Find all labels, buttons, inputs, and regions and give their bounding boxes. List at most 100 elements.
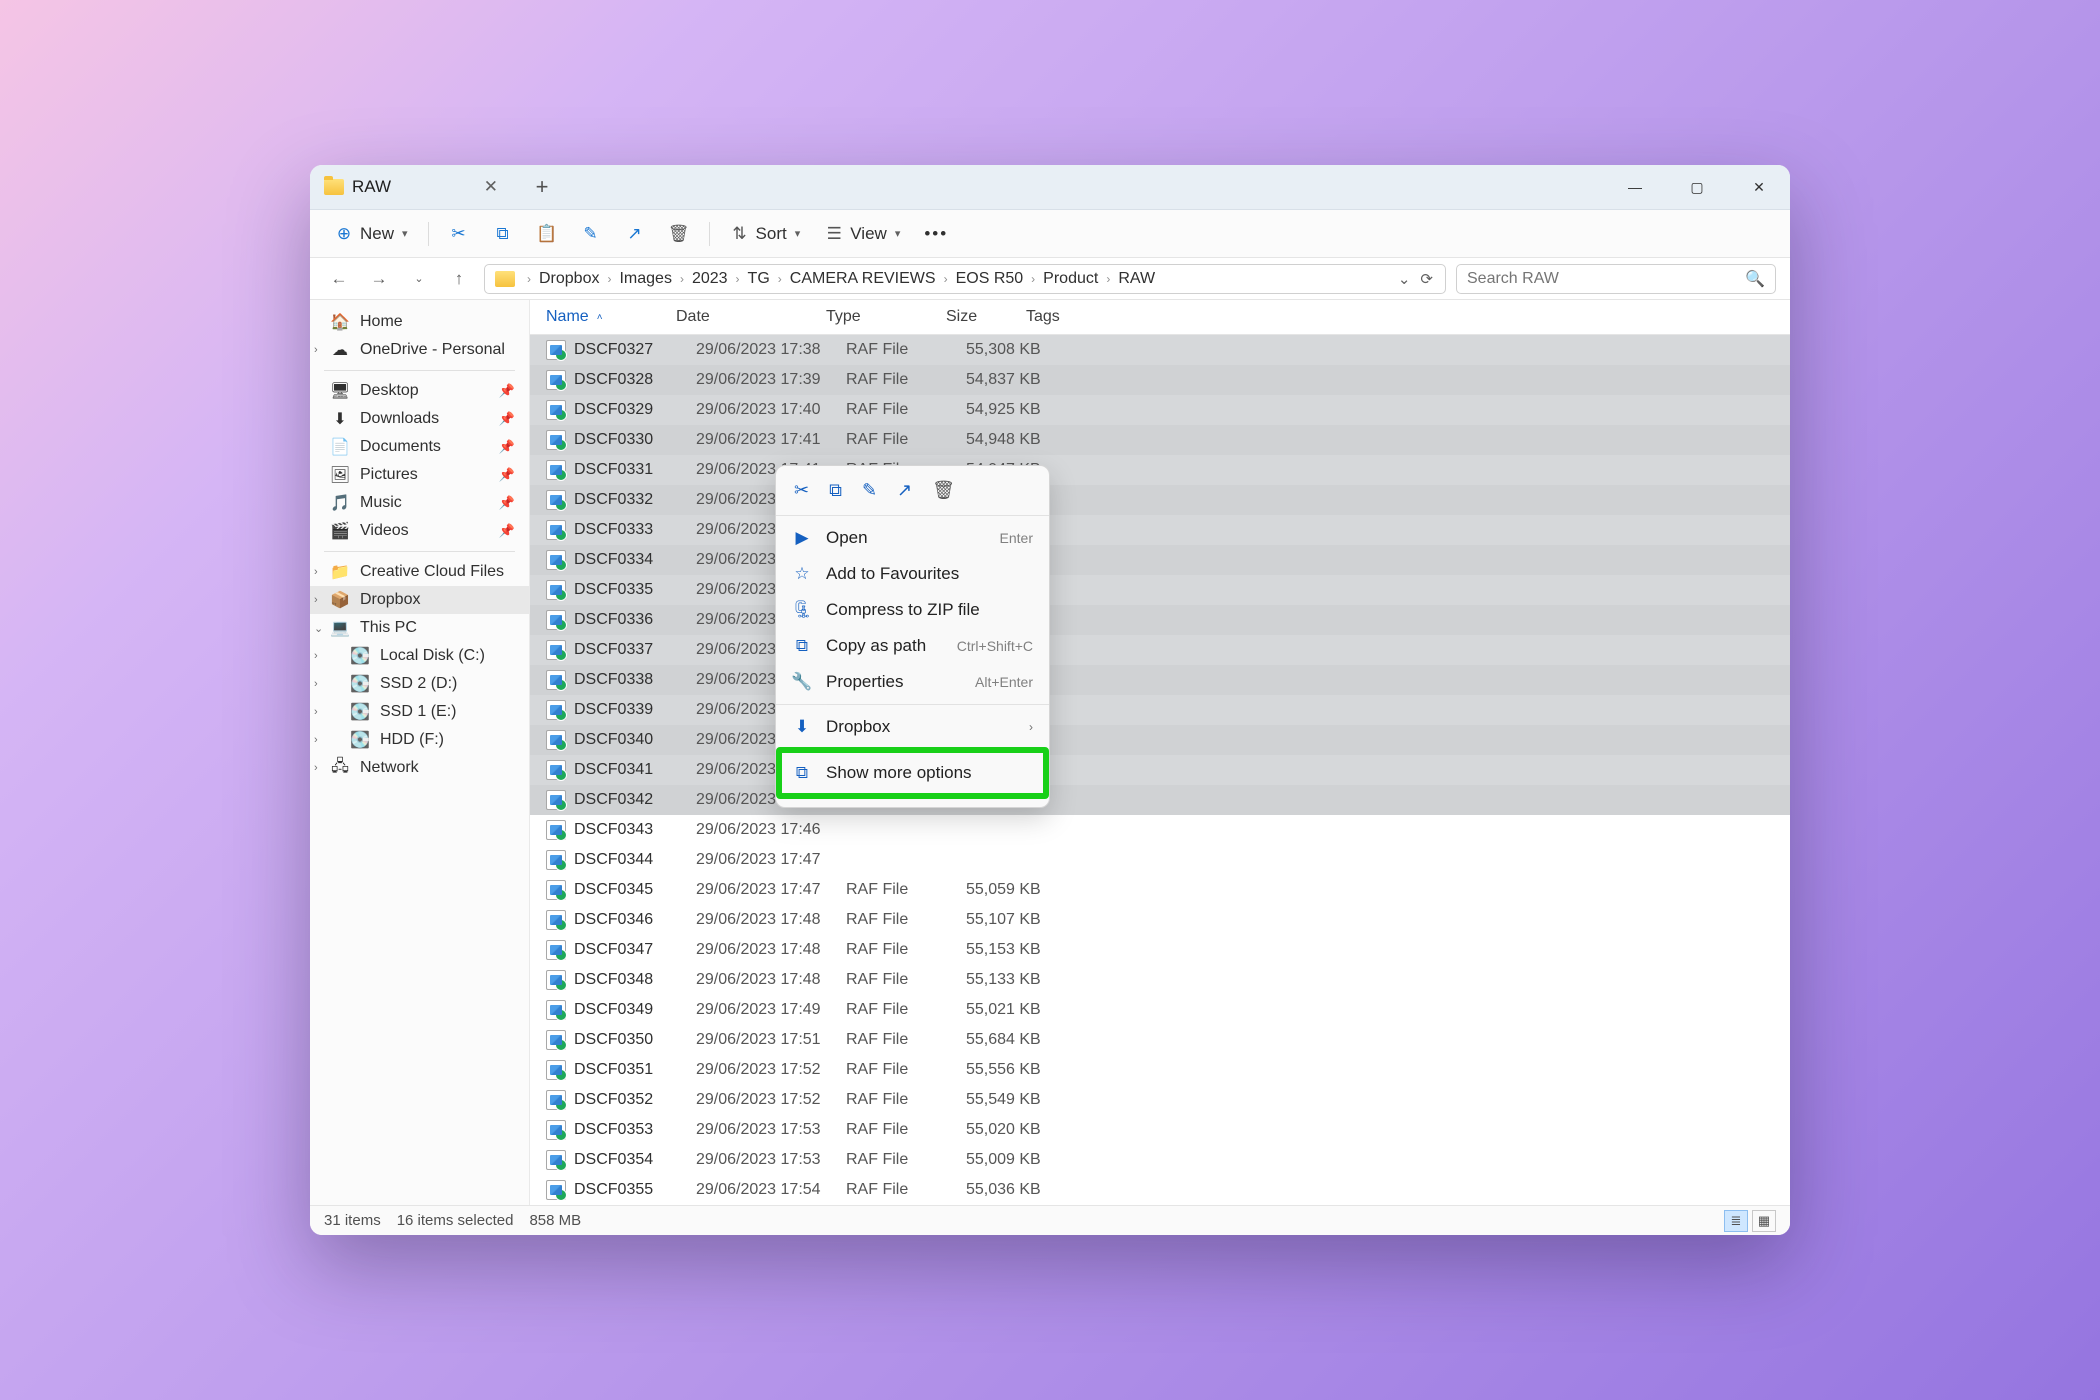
sidebar-documents[interactable]: 📄Documents📌 <box>310 433 529 461</box>
back-button[interactable]: ← <box>324 264 354 294</box>
details-view-button[interactable]: ≣ <box>1724 1210 1748 1232</box>
cut-button[interactable]: ✂ <box>439 218 479 250</box>
sidebar-videos[interactable]: 🎬Videos📌 <box>310 517 529 545</box>
ctx-favourite[interactable]: ☆Add to Favourites <box>776 556 1049 592</box>
crumb-2023[interactable]: 2023 <box>688 270 732 287</box>
file-row[interactable]: DSCF032729/06/2023 17:38RAF File55,308 K… <box>530 335 1790 365</box>
sidebar-downloads[interactable]: ⬇Downloads📌 <box>310 405 529 433</box>
column-headers[interactable]: Name˄ Date Type Size Tags <box>530 300 1790 335</box>
copy-button[interactable]: ⧉ <box>483 218 523 250</box>
refresh-icon[interactable]: ⟳ <box>1420 270 1433 288</box>
ctx-delete-icon[interactable]: 🗑 <box>932 480 955 501</box>
file-row[interactable]: DSCF034929/06/2023 17:49RAF File55,021 K… <box>530 995 1790 1025</box>
close-button[interactable]: ✕ <box>1728 165 1790 209</box>
new-tab-button[interactable]: + <box>520 165 564 209</box>
file-row[interactable]: DSCF035129/06/2023 17:52RAF File55,556 K… <box>530 1055 1790 1085</box>
file-row[interactable]: DSCF035029/06/2023 17:51RAF File55,684 K… <box>530 1025 1790 1055</box>
share-button[interactable]: ↗ <box>615 218 655 250</box>
sidebar-music[interactable]: 🎵Music📌 <box>310 489 529 517</box>
recent-button[interactable]: ⌄ <box>404 264 434 294</box>
ctx-copy-icon[interactable]: ⧉ <box>829 480 842 501</box>
forward-button[interactable]: → <box>364 264 394 294</box>
ctx-dropbox[interactable]: ⬇Dropbox› <box>776 709 1049 745</box>
search-box[interactable]: 🔍 <box>1456 264 1776 294</box>
file-row[interactable]: DSCF035529/06/2023 17:54RAF File55,036 K… <box>530 1175 1790 1205</box>
sidebar-desktop[interactable]: 🖥Desktop📌 <box>310 377 529 405</box>
tab-close-icon[interactable]: ✕ <box>478 173 504 201</box>
crumb-dropbox[interactable]: Dropbox <box>535 270 603 287</box>
file-row[interactable]: DSCF034629/06/2023 17:48RAF File55,107 K… <box>530 905 1790 935</box>
file-row[interactable]: DSCF033429/06/2023 17:43RAF File55,114 K… <box>530 545 1790 575</box>
file-row[interactable]: DSCF033229/06/2023 17:42RAF File55,256 K… <box>530 485 1790 515</box>
ctx-cut-icon[interactable]: ✂ <box>794 480 809 501</box>
file-row[interactable]: DSCF034129/06/2023 17:45 <box>530 755 1790 785</box>
file-row[interactable]: DSCF033029/06/2023 17:41RAF File54,948 K… <box>530 425 1790 455</box>
new-button[interactable]: ⊕ New ▾ <box>324 218 418 250</box>
minimize-button[interactable]: — <box>1604 165 1666 209</box>
sidebar-network[interactable]: ›🖧Network <box>310 754 529 782</box>
file-row[interactable]: DSCF033529/06/2023 17:43 <box>530 575 1790 605</box>
file-row[interactable]: DSCF034329/06/2023 17:46 <box>530 815 1790 845</box>
maximize-button[interactable]: ▢ <box>1666 165 1728 209</box>
crumb-product[interactable]: Product <box>1039 270 1102 287</box>
file-row[interactable]: DSCF033129/06/2023 17:41RAF File54,947 K… <box>530 455 1790 485</box>
file-row[interactable]: DSCF034429/06/2023 17:47 <box>530 845 1790 875</box>
ctx-show-more[interactable]: ⧉Show more options <box>782 753 1043 793</box>
file-row[interactable]: DSCF032829/06/2023 17:39RAF File54,837 K… <box>530 365 1790 395</box>
ctx-share-icon[interactable]: ↗ <box>897 480 912 501</box>
sidebar-thispc[interactable]: ⌄💻This PC <box>310 614 529 642</box>
view-button[interactable]: ☰ View ▾ <box>814 218 910 250</box>
up-button[interactable]: ↑ <box>444 264 474 294</box>
file-row[interactable]: DSCF032929/06/2023 17:40RAF File54,925 K… <box>530 395 1790 425</box>
raf-file-icon <box>546 760 566 780</box>
crumb-camera-reviews[interactable]: CAMERA REVIEWS <box>786 270 940 287</box>
file-row[interactable]: DSCF033929/06/2023 17:44 <box>530 695 1790 725</box>
search-input[interactable] <box>1467 270 1745 288</box>
file-row[interactable]: DSCF035229/06/2023 17:52RAF File55,549 K… <box>530 1085 1790 1115</box>
trash-icon: 🗑 <box>669 224 689 244</box>
ctx-rename-icon[interactable]: ✎ <box>862 480 877 501</box>
rename-button[interactable]: ✎ <box>571 218 611 250</box>
delete-button[interactable]: 🗑 <box>659 218 699 250</box>
sort-button[interactable]: ⇅ Sort ▾ <box>720 218 811 250</box>
thumbnails-view-button[interactable]: ▦ <box>1752 1210 1776 1232</box>
sidebar-home[interactable]: 🏠Home <box>310 308 529 336</box>
sidebar-onedrive[interactable]: ›☁OneDrive - Personal <box>310 336 529 364</box>
sidebar-drive-1[interactable]: ›💽SSD 2 (D:) <box>310 670 529 698</box>
file-row[interactable]: DSCF033829/06/2023 17:44 <box>530 665 1790 695</box>
crumb-raw[interactable]: RAW <box>1114 270 1159 287</box>
file-row[interactable]: DSCF034029/06/2023 17:44 <box>530 725 1790 755</box>
window-controls: — ▢ ✕ <box>1604 165 1790 209</box>
file-list[interactable]: DSCF032729/06/2023 17:38RAF File55,308 K… <box>530 335 1790 1205</box>
ctx-properties[interactable]: 🔧PropertiesAlt+Enter <box>776 664 1049 700</box>
sort-icon: ⇅ <box>730 224 750 244</box>
raf-file-icon <box>546 340 566 360</box>
sidebar-drive-0[interactable]: ›💽Local Disk (C:) <box>310 642 529 670</box>
sidebar-ccf[interactable]: ›📁Creative Cloud Files <box>310 558 529 586</box>
ctx-open[interactable]: ▶OpenEnter <box>776 520 1049 556</box>
crumb-images[interactable]: Images <box>615 270 675 287</box>
tab-raw[interactable]: RAW ✕ <box>310 165 520 209</box>
file-row[interactable]: DSCF035329/06/2023 17:53RAF File55,020 K… <box>530 1115 1790 1145</box>
sidebar-pictures[interactable]: 🖼Pictures📌 <box>310 461 529 489</box>
crumb-eos-r50[interactable]: EOS R50 <box>952 270 1028 287</box>
file-row[interactable]: DSCF034729/06/2023 17:48RAF File55,153 K… <box>530 935 1790 965</box>
breadcrumb[interactable]: › Dropbox›Images›2023›TG›CAMERA REVIEWS›… <box>484 264 1446 294</box>
file-row[interactable]: DSCF033629/06/2023 17:43 <box>530 605 1790 635</box>
ctx-copy-path[interactable]: ⧉Copy as pathCtrl+Shift+C <box>776 628 1049 664</box>
file-row[interactable]: DSCF035429/06/2023 17:53RAF File55,009 K… <box>530 1145 1790 1175</box>
sidebar-drive-3[interactable]: ›💽HDD (F:) <box>310 726 529 754</box>
file-row[interactable]: DSCF033329/06/2023 17:42RAF File55,093 K… <box>530 515 1790 545</box>
history-chevron-icon[interactable]: ⌄ <box>1398 270 1411 288</box>
file-row[interactable]: DSCF034229/06/2023 17:46 <box>530 785 1790 815</box>
file-row[interactable]: DSCF033729/06/2023 17:43 <box>530 635 1790 665</box>
more-button[interactable]: ••• <box>914 218 958 250</box>
sidebar-drive-2[interactable]: ›💽SSD 1 (E:) <box>310 698 529 726</box>
paste-button[interactable]: 📋 <box>527 218 567 250</box>
share-icon: ↗ <box>625 224 645 244</box>
ctx-zip[interactable]: 🗜Compress to ZIP file <box>776 592 1049 628</box>
crumb-tg[interactable]: TG <box>744 270 774 287</box>
file-row[interactable]: DSCF034529/06/2023 17:47RAF File55,059 K… <box>530 875 1790 905</box>
file-row[interactable]: DSCF034829/06/2023 17:48RAF File55,133 K… <box>530 965 1790 995</box>
sidebar-dropbox[interactable]: ›📦Dropbox <box>310 586 529 614</box>
